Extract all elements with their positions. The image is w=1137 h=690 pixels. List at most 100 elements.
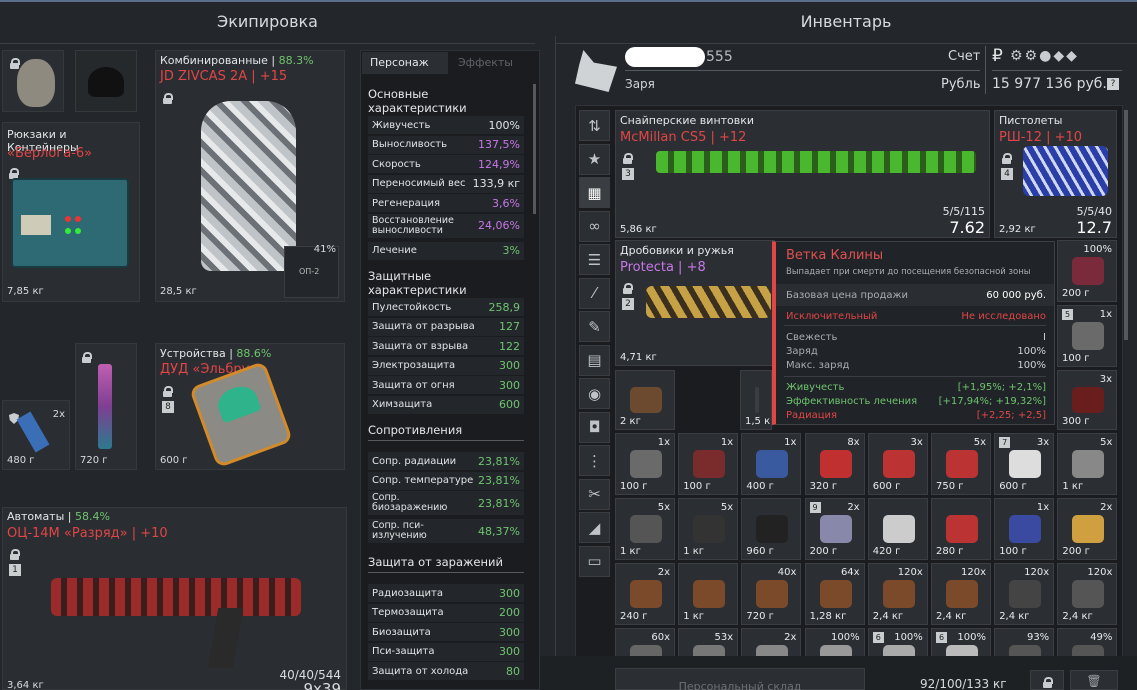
small-item-count: 2x (52, 409, 65, 420)
inventory-item[interactable]: 960 г (741, 498, 802, 560)
item-count: 5x (1100, 437, 1113, 448)
stat-row: Пси-защита 300 (368, 642, 524, 661)
stat-label: Защита от холода (372, 665, 469, 677)
inventory-item[interactable]: 5x 1 кг (615, 498, 675, 560)
inventory-item[interactable]: 2x 200 г (1057, 498, 1118, 560)
inventory-item[interactable]: 3x 300 г (1057, 370, 1117, 430)
rifle-slot[interactable]: Автоматы | 58.4% ОЦ-14М «Разряд» | +10 1… (2, 507, 347, 690)
help-button[interactable]: ? (1107, 78, 1119, 90)
inventory-item[interactable]: 1x 100 г (615, 433, 675, 495)
trash-icon[interactable]: 🗑 (1070, 670, 1118, 690)
item-tooltip: Ветка Калины Выпадает при смерти до посе… (772, 241, 1055, 425)
carry-weight: 92/100/133 кг (920, 677, 1007, 690)
device-slot[interactable]: Устройства | 88.6% ДУД «Эльбрус» 8 600 г (155, 343, 345, 470)
pistol-type-label: Пистолеты (999, 114, 1063, 127)
item-weight: 2,4 кг (936, 611, 967, 622)
player-name-suffix: 555 (706, 49, 733, 65)
inventory-item[interactable]: 1x 400 г (741, 433, 802, 495)
inventory-item[interactable]: 120x 2,4 кг (867, 563, 928, 625)
category-filter-icon[interactable]: ✎ (579, 311, 610, 342)
category-filter-icon[interactable]: ★ (579, 143, 610, 175)
mask-slot[interactable] (2, 50, 64, 112)
sniper-rifle-icon (656, 151, 976, 173)
inventory-item[interactable]: 280 г (931, 498, 991, 560)
armor-type-label: Комбинированные (160, 54, 268, 67)
category-filter-icon[interactable]: ∞ (579, 210, 610, 242)
mask-icon (17, 59, 55, 107)
tooltip-fresh-label: Свежесть (786, 332, 838, 343)
item-count: 120x (897, 567, 923, 578)
item-count: 5x (720, 502, 734, 513)
inventory-item[interactable]: 5x 1 кг (678, 498, 739, 560)
tab-effects[interactable]: Эффекты (450, 52, 538, 74)
inventory-item[interactable]: 40x 720 г (741, 563, 802, 625)
chip-slot[interactable]: 41% ОП-2 (284, 244, 339, 298)
stat-value: 200 (499, 606, 520, 619)
backpack-slot[interactable]: Рюкзаки и Контейнеры «Берлога-6» 7,85 кг (2, 122, 140, 302)
stat-label: Переносимый вес (372, 178, 466, 189)
tab-character[interactable]: Персонаж (362, 52, 448, 74)
category-filter-icon[interactable]: ▭ (579, 545, 610, 577)
category-filter-icon[interactable]: ◉ (579, 378, 610, 409)
lock-icon (623, 153, 633, 164)
item-count: 3x (1099, 374, 1112, 385)
inventory-item[interactable]: 1x 100 г (994, 498, 1055, 560)
inventory-item[interactable]: 64x 1,28 кг (804, 563, 865, 625)
shotgun-icon (646, 286, 771, 318)
item-count: 5x (657, 502, 670, 513)
inventory-item[interactable]: 2x 200 г 9 (804, 498, 865, 560)
inventory-item[interactable]: 3x 600 г 7 (994, 433, 1055, 495)
divider (985, 46, 986, 94)
stat-row: Восстановление выносливости 24,06% (368, 213, 524, 238)
inventory-item[interactable]: 1x 100 г (678, 433, 739, 495)
stat-value: 300 (499, 645, 520, 658)
inventory-item[interactable]: 5x 750 г (931, 433, 991, 495)
inventory-item[interactable]: 1x 100 г 5 (1057, 305, 1117, 367)
wolf-emblem-icon (575, 50, 617, 92)
stat-row: Скорость 124,9% (368, 155, 524, 173)
inventory-item[interactable]: 8x 320 г (804, 433, 865, 495)
stat-value: 3% (502, 244, 520, 257)
category-filter-icon[interactable]: ⁄ (579, 277, 610, 309)
inventory-item[interactable]: 1,5 к (740, 370, 772, 430)
pistol-slot[interactable]: Пистолеты РШ-12 | +10 4 2,92 кг 5/5/40 1… (994, 110, 1117, 238)
category-filter-icon[interactable]: ◘ (579, 411, 610, 443)
stat-value: 24,06% (478, 219, 520, 232)
device-type-label: Устройства (160, 347, 226, 360)
inventory-item[interactable]: 120x 2,4 кг (1057, 563, 1118, 625)
inventory-item[interactable]: 1 кг (678, 563, 739, 625)
category-filter-icon[interactable]: ☰ (579, 244, 610, 275)
category-filter-icon[interactable]: ▦ (579, 177, 610, 208)
item-count: 100% (831, 632, 860, 643)
helmet-slot[interactable] (75, 50, 137, 112)
inventory-item[interactable]: 2x 240 г (615, 563, 675, 625)
inventory-scrollbar[interactable] (1124, 110, 1128, 340)
stat-value: 133,9 кг (472, 177, 520, 190)
small-item-slot[interactable]: 2x 480 г (2, 400, 70, 470)
knife-slot[interactable]: 720 г (75, 343, 137, 470)
stat-label: Сопр. пси-излучению (372, 520, 427, 541)
stats-scrollbar[interactable] (533, 84, 536, 214)
inventory-item[interactable]: 5x 1 кг (1057, 433, 1118, 495)
category-filter-icon[interactable]: ✂ (579, 478, 610, 510)
category-filter-icon[interactable]: ⋮ (579, 445, 610, 476)
category-filter-icon[interactable]: ▤ (579, 344, 610, 376)
inventory-item[interactable]: 120x 2,4 кг (931, 563, 991, 625)
shotgun-slot[interactable]: Дробовики и ружья Protecta | +8 2 4,71 к… (615, 240, 775, 366)
inventory-item[interactable]: 2 кг (615, 370, 675, 430)
weight-icon-button[interactable] (1030, 670, 1064, 690)
armor-percent: 88.3% (278, 54, 314, 67)
personal-storage-button[interactable]: Персональный склад (615, 668, 865, 690)
category-filter-icon[interactable]: ⇅ (579, 110, 610, 141)
armor-slot[interactable]: Комбинированные | 88.3% JD ZIVCAS 2A | +… (155, 50, 345, 302)
stat-value: 23,81% (478, 474, 520, 487)
inventory-item[interactable]: 420 г (867, 498, 928, 560)
sniper-slot[interactable]: Снайперские винтовки McMillan CS5 | +12 … (615, 110, 990, 238)
rifle-name: ОЦ-14М «Разряд» | +10 (7, 526, 168, 541)
pistol-name: РШ-12 | +10 (999, 130, 1083, 145)
inventory-item[interactable]: 3x 600 г (867, 433, 928, 495)
item-weight: 1 кг (620, 546, 641, 557)
inventory-item[interactable]: 100% 200 г (1057, 240, 1117, 302)
inventory-item[interactable]: 120x 2,4 кг (994, 563, 1055, 625)
category-filter-icon[interactable]: ◢ (579, 512, 610, 543)
